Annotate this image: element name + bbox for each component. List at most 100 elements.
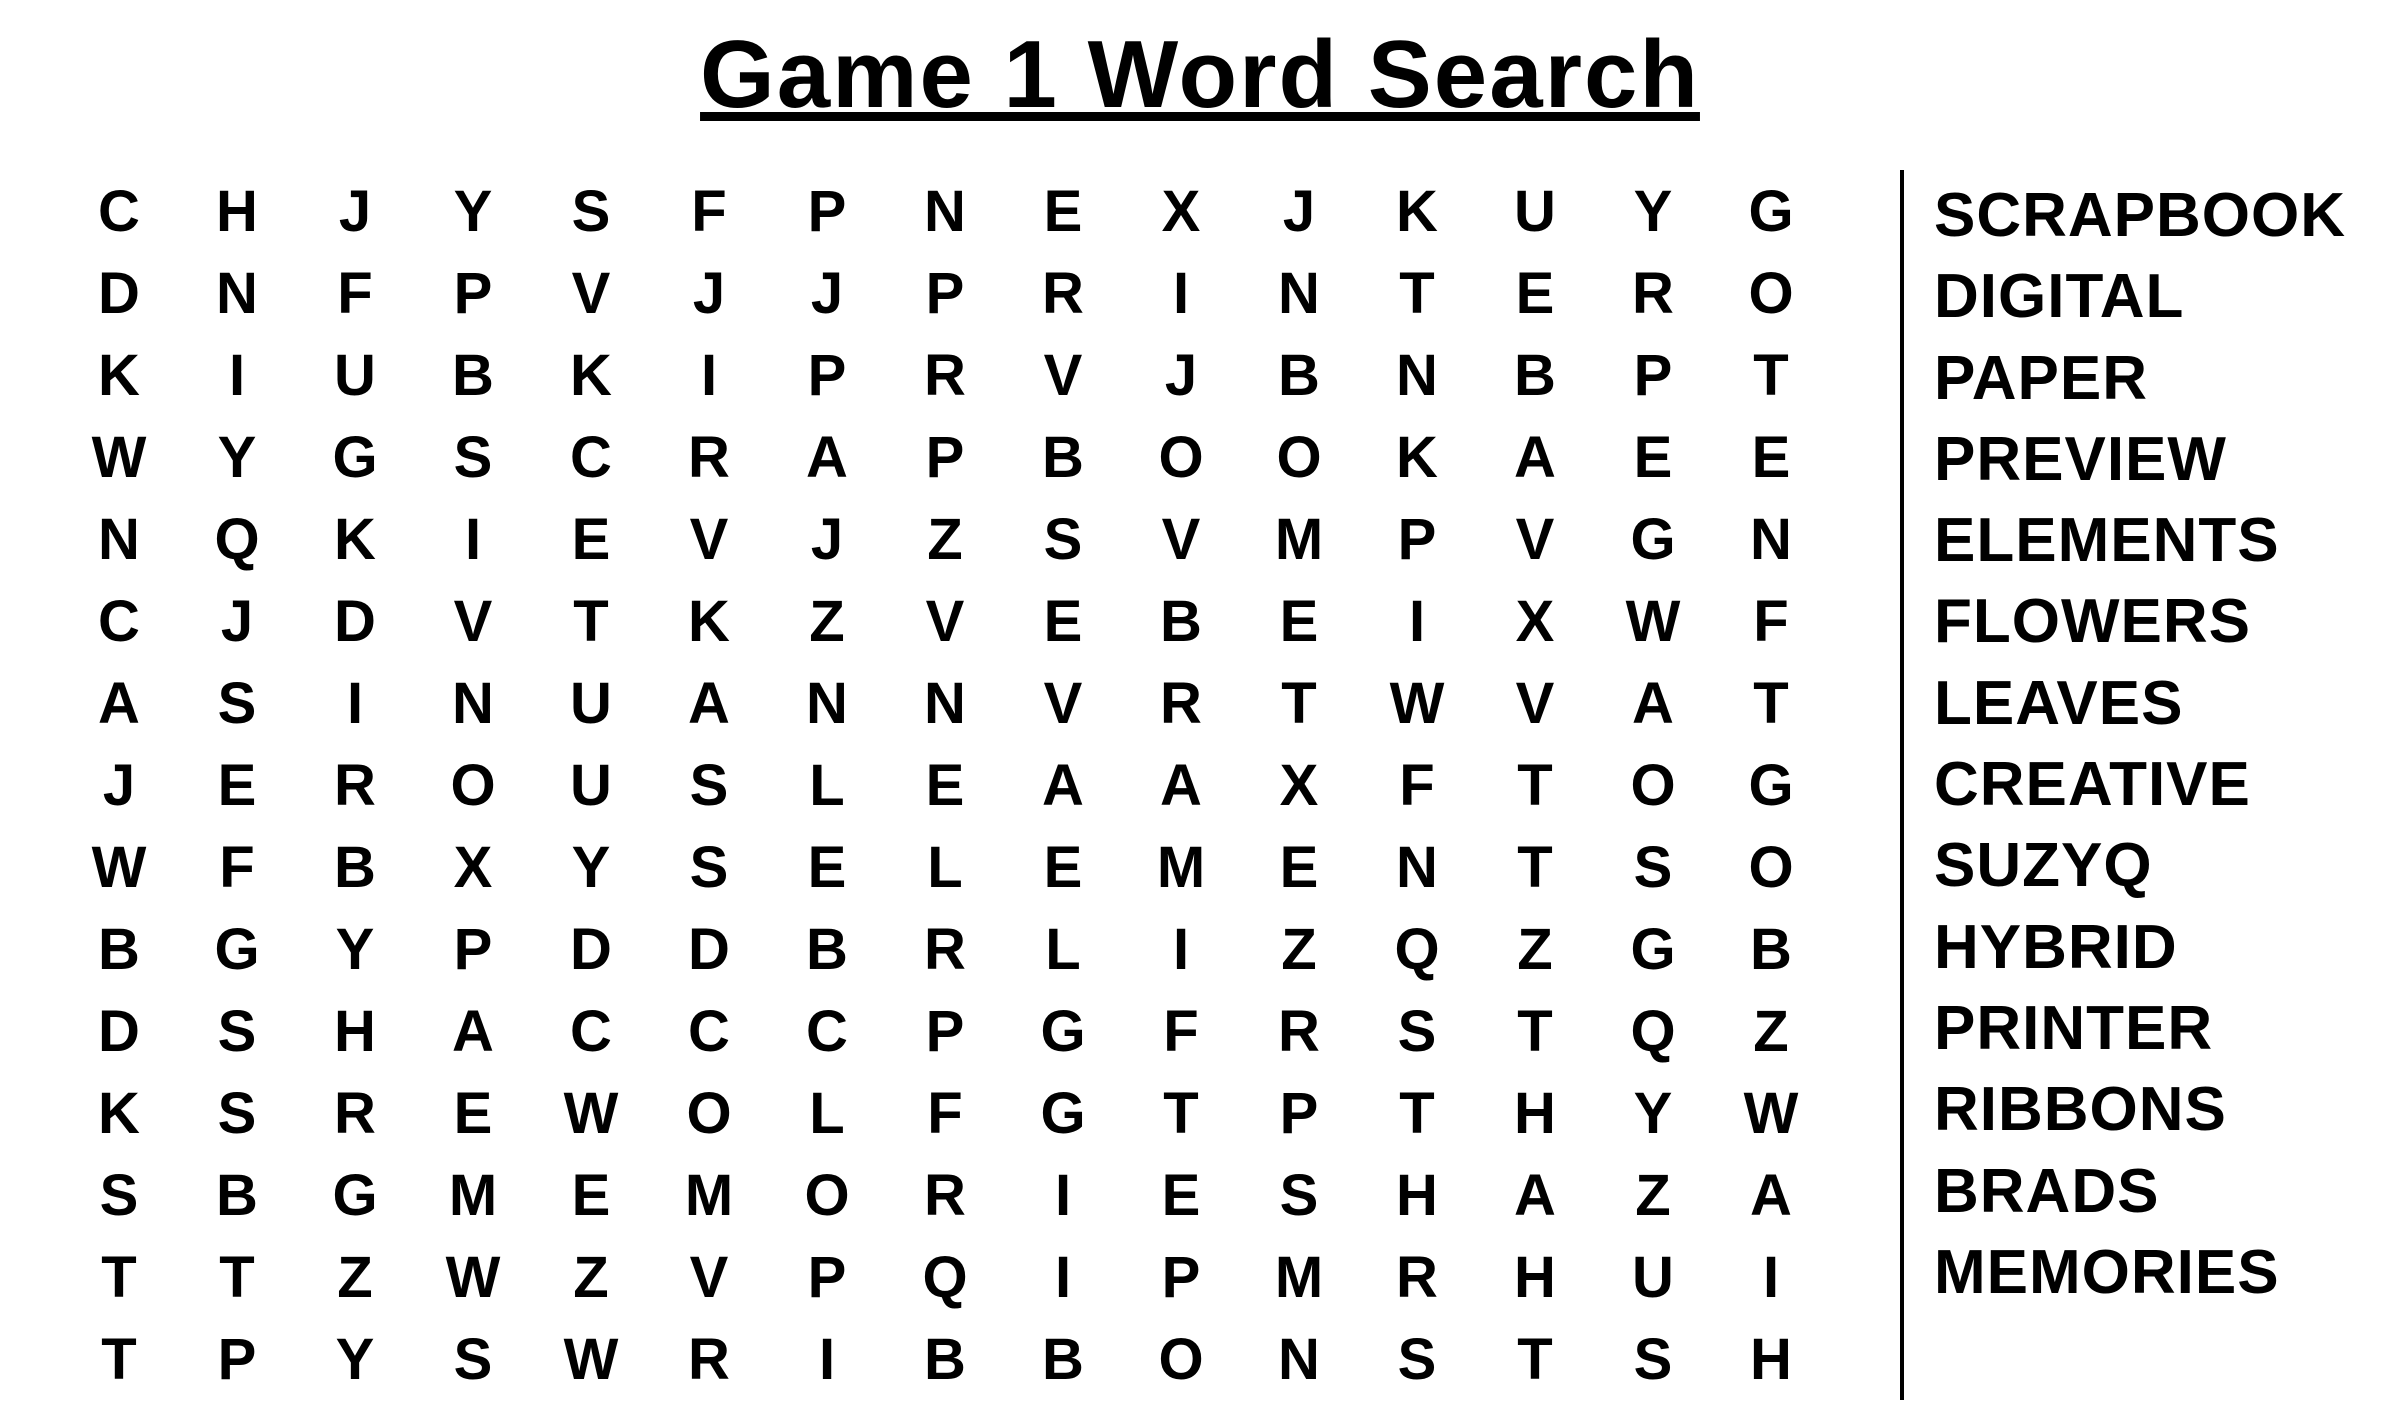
grid-cell-4-7: Z: [886, 498, 1004, 580]
grid-cell-4-5: V: [650, 498, 768, 580]
grid-cell-12-0: S: [60, 1154, 178, 1236]
grid-cell-10-2: H: [296, 990, 414, 1072]
grid-row: SBGMEMORIESHAZA: [60, 1154, 1830, 1236]
grid-cell-3-1: Y: [178, 416, 296, 498]
grid-row: WFBXYSELEMENTSO: [60, 826, 1830, 908]
grid-cell-13-3: W: [414, 1236, 532, 1318]
grid-row: KIUBKIPRVJBNBPT: [60, 334, 1830, 416]
grid-cell-6-10: T: [1240, 662, 1358, 744]
grid-cell-3-3: S: [414, 416, 532, 498]
grid-cell-14-1: P: [178, 1318, 296, 1400]
grid-cell-2-2: U: [296, 334, 414, 416]
grid-cell-12-8: I: [1004, 1154, 1122, 1236]
word-item-5: FLOWERS: [1934, 586, 2346, 657]
grid-cell-1-2: F: [296, 252, 414, 334]
grid-cell-8-12: T: [1476, 826, 1594, 908]
grid-row: DSHACCCPGFRSTQZ: [60, 990, 1830, 1072]
word-item-12: BRADS: [1934, 1156, 2346, 1227]
grid-cell-9-13: G: [1594, 908, 1712, 990]
grid-cell-13-13: U: [1594, 1236, 1712, 1318]
word-item-10: PRINTER: [1934, 993, 2346, 1064]
grid-cell-10-12: T: [1476, 990, 1594, 1072]
grid-cell-12-12: A: [1476, 1154, 1594, 1236]
grid-cell-2-12: B: [1476, 334, 1594, 416]
grid-row: WYGSCRAPBOOKAEE: [60, 416, 1830, 498]
grid-cell-9-1: G: [178, 908, 296, 990]
grid-cell-5-10: E: [1240, 580, 1358, 662]
grid-row: CJDVTKZVEBEIXWF: [60, 580, 1830, 662]
grid-cell-2-6: P: [768, 334, 886, 416]
grid-cell-12-1: B: [178, 1154, 296, 1236]
grid-cell-2-11: N: [1358, 334, 1476, 416]
grid-cell-4-13: G: [1594, 498, 1712, 580]
grid-cell-8-9: M: [1122, 826, 1240, 908]
grid-cell-6-4: U: [532, 662, 650, 744]
grid-cell-12-9: E: [1122, 1154, 1240, 1236]
grid-cell-2-14: T: [1712, 334, 1830, 416]
grid-cell-2-10: B: [1240, 334, 1358, 416]
grid-cell-14-5: R: [650, 1318, 768, 1400]
grid-cell-11-1: S: [178, 1072, 296, 1154]
grid-cell-1-3: P: [414, 252, 532, 334]
grid-cell-4-14: N: [1712, 498, 1830, 580]
grid-cell-0-4: S: [532, 170, 650, 252]
grid-cell-2-5: I: [650, 334, 768, 416]
grid-cell-10-11: S: [1358, 990, 1476, 1072]
grid-cell-13-2: Z: [296, 1236, 414, 1318]
grid-cell-4-4: E: [532, 498, 650, 580]
grid-cell-6-3: N: [414, 662, 532, 744]
grid-cell-7-2: R: [296, 744, 414, 826]
grid-cell-1-5: J: [650, 252, 768, 334]
grid-cell-4-0: N: [60, 498, 178, 580]
grid-cell-6-5: A: [650, 662, 768, 744]
grid-row: ASINUANNVRTWVAT: [60, 662, 1830, 744]
grid-cell-0-10: J: [1240, 170, 1358, 252]
grid-cell-0-9: X: [1122, 170, 1240, 252]
grid-cell-7-0: J: [60, 744, 178, 826]
grid-cell-7-14: G: [1712, 744, 1830, 826]
grid-cell-3-8: B: [1004, 416, 1122, 498]
grid-cell-9-8: L: [1004, 908, 1122, 990]
grid-cell-3-7: P: [886, 416, 1004, 498]
grid-cell-1-4: V: [532, 252, 650, 334]
main-content: CHJYSFPNEXJKUYGDNFPVJJPRINTEROKIUBKIPRVJ…: [60, 170, 2340, 1400]
grid-cell-7-7: E: [886, 744, 1004, 826]
grid-cell-6-9: R: [1122, 662, 1240, 744]
grid-cell-10-9: F: [1122, 990, 1240, 1072]
grid-cell-9-5: D: [650, 908, 768, 990]
word-list: SCRAPBOOKDIGITALPAPERPREVIEWELEMENTSFLOW…: [1934, 170, 2346, 1308]
grid-cell-7-5: S: [650, 744, 768, 826]
grid-cell-3-0: W: [60, 416, 178, 498]
grid-cell-11-9: T: [1122, 1072, 1240, 1154]
grid-cell-14-6: I: [768, 1318, 886, 1400]
grid-cell-0-12: U: [1476, 170, 1594, 252]
grid-cell-4-8: S: [1004, 498, 1122, 580]
grid-cell-7-8: A: [1004, 744, 1122, 826]
grid-cell-9-14: B: [1712, 908, 1830, 990]
grid-cell-11-5: O: [650, 1072, 768, 1154]
grid-cell-0-3: Y: [414, 170, 532, 252]
grid-cell-12-3: M: [414, 1154, 532, 1236]
grid-cell-1-8: R: [1004, 252, 1122, 334]
grid-cell-10-7: P: [886, 990, 1004, 1072]
grid-cell-9-6: B: [768, 908, 886, 990]
grid-cell-6-7: N: [886, 662, 1004, 744]
grid-cell-13-7: Q: [886, 1236, 1004, 1318]
grid-cell-11-3: E: [414, 1072, 532, 1154]
grid-cell-9-10: Z: [1240, 908, 1358, 990]
grid-cell-2-7: R: [886, 334, 1004, 416]
grid-cell-0-8: E: [1004, 170, 1122, 252]
grid-cell-13-12: H: [1476, 1236, 1594, 1318]
grid-cell-14-12: T: [1476, 1318, 1594, 1400]
grid-cell-1-7: P: [886, 252, 1004, 334]
grid-cell-13-8: I: [1004, 1236, 1122, 1318]
grid-cell-12-10: S: [1240, 1154, 1358, 1236]
grid-cell-10-5: C: [650, 990, 768, 1072]
grid-cell-0-13: Y: [1594, 170, 1712, 252]
grid-cell-3-13: E: [1594, 416, 1712, 498]
grid-cell-0-2: J: [296, 170, 414, 252]
word-item-0: SCRAPBOOK: [1934, 180, 2346, 251]
word-item-3: PREVIEW: [1934, 424, 2346, 495]
grid-cell-12-13: Z: [1594, 1154, 1712, 1236]
grid-row: NQKIEVJZSVMPVGN: [60, 498, 1830, 580]
